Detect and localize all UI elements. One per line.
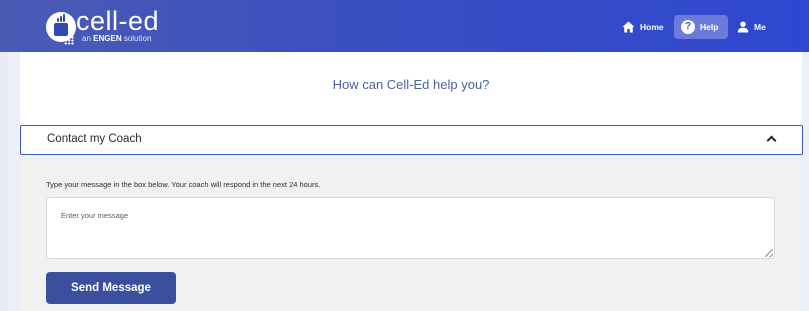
chevron-up-icon[interactable] bbox=[766, 135, 777, 146]
message-instructions: Type your message in the box below. Your… bbox=[46, 180, 321, 189]
question-mark-icon: ? bbox=[681, 20, 695, 34]
nav-me-label: Me bbox=[754, 22, 766, 32]
logo-wordmark: cell-ed bbox=[76, 6, 160, 36]
nav-me[interactable]: Me bbox=[737, 16, 766, 38]
message-input[interactable] bbox=[46, 197, 775, 259]
left-gutter bbox=[8, 52, 20, 311]
page-title: How can Cell-Ed help you? bbox=[332, 77, 490, 92]
logo-tagline: an ENGEN solution bbox=[82, 34, 152, 43]
home-icon bbox=[622, 21, 635, 33]
send-message-button[interactable]: Send Message bbox=[46, 272, 176, 304]
phone-logo-icon bbox=[46, 12, 76, 45]
nav-home[interactable]: Home bbox=[622, 16, 664, 38]
keypad-icon bbox=[54, 23, 74, 45]
nav-help-label: Help bbox=[700, 22, 719, 32]
cell-ed-logo[interactable]: cell-ed an ENGEN solution bbox=[46, 6, 176, 46]
user-icon bbox=[737, 21, 749, 33]
accordion-label: Contact my Coach bbox=[47, 133, 142, 145]
resize-handle-icon[interactable] bbox=[765, 249, 773, 257]
nav-help[interactable]: ? Help bbox=[674, 15, 728, 39]
signal-bars-icon bbox=[57, 14, 67, 22]
nav-home-label: Home bbox=[640, 22, 664, 32]
top-nav-bar: cell-ed an ENGEN solution Home ? Help Me bbox=[0, 0, 809, 52]
right-gutter bbox=[802, 52, 809, 311]
contact-coach-accordion[interactable]: Contact my Coach bbox=[20, 125, 803, 155]
